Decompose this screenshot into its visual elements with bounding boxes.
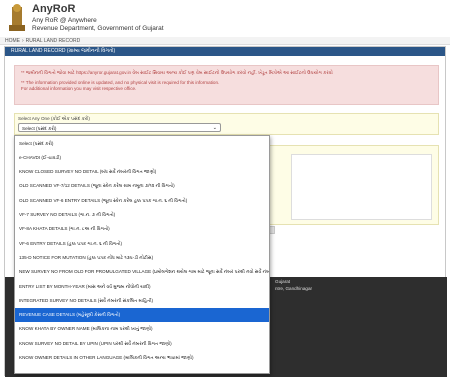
chevron-down-icon: ⌄ [212, 125, 217, 131]
select-value: Select (પસંદ કરો) [22, 126, 57, 131]
footer-line1: Gujarat [275, 279, 291, 284]
breadcrumb-current: RURAL LAND RECORD [25, 38, 81, 44]
select-label: Select Any One (કોઈ એક પસંદ કરો) [18, 116, 90, 121]
dropdown-option[interactable]: KNOW KHATA BY OWNER NAME (માલિકના નામ પર… [15, 322, 269, 336]
subtitle-line2: Revenue Department, Government of Gujara… [32, 25, 164, 32]
subtitle-line1: Any RoR @ Anywhere [32, 17, 97, 24]
breadcrumb: HOME › RURAL LAND RECORD [0, 37, 450, 45]
breadcrumb-separator: › [22, 38, 24, 44]
dropdown-option[interactable]: KNOW SURVEY NO DETAIL BY UPIN (UPIN પરથી… [15, 337, 269, 351]
breadcrumb-home[interactable]: HOME [5, 38, 20, 44]
dropdown-option[interactable]: VF-7 SURVEY NO DETAILS (ગા.ન. ૭ ની વિગતો… [15, 208, 269, 222]
dropdown-option[interactable]: INTEGRATED SURVEY NO DETAILS (સર્વે નંબર… [15, 294, 269, 308]
app-title: AnyRoR [32, 3, 76, 15]
alert-line3: For additional information you may visit… [21, 86, 137, 91]
dropdown-option[interactable]: KNOW CLOSED SURVEY NO DETAIL (બંધ સર્વે … [15, 165, 269, 179]
dropdown-option[interactable]: Select (પસંદ કરો) [15, 137, 269, 151]
dropdown-option[interactable]: VF-8A KHATA DETAILS (ગા.ન. ૮અ ની વિગતો) [15, 222, 269, 236]
site-header: AnyRoR Any RoR @ Anywhere Revenue Depart… [0, 0, 450, 37]
dropdown-option[interactable]: OLD SCANNED VF-6 ENTRY DETAILS (જૂના સ્ક… [15, 194, 269, 208]
dropdown-option[interactable]: KNOW OWNER DETAILS IN OTHER LANGUAGE (મા… [15, 351, 269, 365]
dropdown-option[interactable]: e-CHAVDI (ઈ-ચાવડી) [15, 151, 269, 165]
record-type-select[interactable]: Select (પસંદ કરો) ⌄ [18, 123, 221, 132]
info-alert: ** જમીનની વિગતો જોવા માટે https://anyror… [14, 65, 439, 105]
state-emblem-icon [9, 4, 25, 31]
record-type-dropdown[interactable]: Select (પસંદ કરો) e-CHAVDI (ઈ-ચાવડી) KNOW … [14, 135, 270, 374]
panel-title: RURAL LAND RECORD (ગ્રામ્ય જમીનની વિગતો) [5, 47, 445, 56]
dropdown-option[interactable]: OLD SCANNED VF-7/12 DETAILS (જૂના સ્કેન … [15, 179, 269, 193]
footer-line2: ntre, Gandhinagar [275, 286, 313, 291]
dropdown-option[interactable]: NEW SURVEY NO FROM OLD FOR PROMULGATED V… [15, 265, 269, 279]
details-box [291, 154, 432, 220]
select-section: Select Any One (કોઈ એક પસંદ કરો) Select … [14, 113, 439, 135]
dropdown-option[interactable]: REVENUE CASE DETAILS (મહેસૂલી કેસની વિગત… [15, 308, 269, 323]
dropdown-option[interactable]: ENTRY LIST BY MONTH-YEAR (માસ અને વર્ષ મ… [15, 280, 269, 294]
dropdown-option[interactable]: VF-6 ENTRY DETAILS (હક્ક પત્રક ગા.ન. ૬ ન… [15, 237, 269, 251]
app-subtitle: Any RoR @ Anywhere Revenue Department, G… [32, 17, 164, 33]
alert-line1: ** જમીનની વિગતો જોવા માટે https://anyror… [21, 70, 333, 75]
dropdown-option[interactable]: 135-D NOTICE FOR MUTATION (હક્ક પત્રક નો… [15, 251, 269, 265]
